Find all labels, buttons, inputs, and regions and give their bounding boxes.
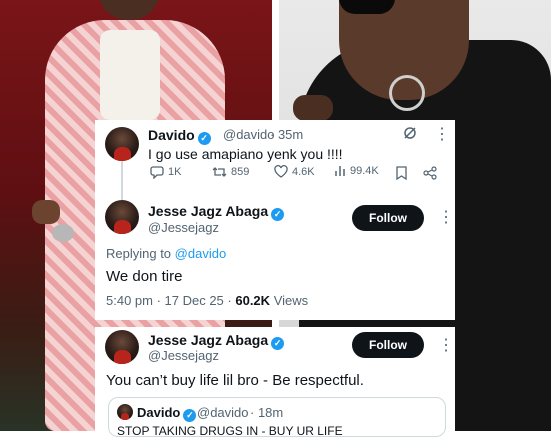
verified-badge-icon: ✓ [271,208,285,221]
shirt-shape [100,30,160,120]
views-chart-icon [335,166,345,176]
retweet-button[interactable]: 859 [212,165,249,179]
bookmark-icon[interactable] [396,166,407,184]
reply-button[interactable]: 1K [150,165,181,179]
author-name-text[interactable]: Jesse Jagz Abaga [148,332,268,348]
quoted-author-name-text[interactable]: Davido [137,405,180,420]
thread-connector [121,161,123,200]
hand-shape-right [293,95,333,121]
replying-to: Replying to @davido [106,246,226,261]
author-name-text[interactable]: Jesse Jagz Abaga [148,203,268,219]
like-button[interactable]: 4.6K [274,165,315,178]
views-button[interactable]: 99.4K [334,165,379,177]
avatar[interactable] [117,404,133,420]
microphone-shape [52,224,74,242]
reply-meta: 5:40 pm · 17 Dec 25 · 60.2K Views [106,293,308,308]
quoted-author-handle[interactable]: @davido [197,405,249,420]
verified-badge-icon: ✓ [197,132,211,145]
quoted-tweet-time[interactable]: · 18m [250,405,283,420]
replying-to-label: Replying to [106,246,172,261]
quoted-author-name[interactable]: Davido ✓ [137,405,197,422]
views-count: 99.4K [350,165,379,177]
replying-to-handle-link[interactable]: @davido [175,246,227,261]
reply-count: 1K [168,166,182,178]
tweet-text: I go use amapiano yenk you !!!! [148,146,343,162]
like-count: 4.6K [292,165,315,178]
author-handle[interactable]: @Jessejagz [148,220,219,235]
chain-shape [389,75,425,111]
quoted-tweet-text: STOP TAKING DRUGS IN - BUY UR LIFE [117,424,343,438]
more-options-icon[interactable]: ⋮ [438,338,454,354]
author-name[interactable]: Jesse Jagz Abaga ✓ [148,203,285,221]
author-handle[interactable]: @Jessejagz [148,348,219,363]
reply-icon [150,166,164,179]
tweet-time[interactable]: · 35m [270,127,303,142]
author-handle[interactable]: @davido [223,127,275,142]
more-options-icon[interactable]: ⋮ [434,127,450,143]
grok-icon[interactable] [403,126,417,144]
heart-icon [274,165,288,178]
avatar[interactable] [105,200,139,234]
avatar[interactable] [105,127,139,161]
verified-badge-icon: ✓ [183,409,197,422]
head-shape [98,0,160,20]
reply-text: We don tire [106,268,183,285]
retweet-count: 859 [231,166,250,178]
follow-button[interactable]: Follow [352,205,424,231]
author-name[interactable]: Davido ✓ [148,127,211,145]
more-options-icon[interactable]: ⋮ [438,210,454,226]
hand-shape [32,200,60,224]
reply-views-count: 60.2K [235,293,271,308]
retweet-icon [212,167,227,177]
reply-views-label: Views [273,293,309,308]
tweet-text: You can’t buy life lil bro - Be respectf… [106,372,364,389]
reply-timestamp[interactable]: 5:40 pm · 17 Dec 25 · [106,293,232,308]
follow-button[interactable]: Follow [352,332,424,358]
verified-badge-icon: ✓ [271,337,285,350]
author-name-text[interactable]: Davido [148,127,195,143]
share-icon[interactable] [423,166,437,184]
sunglasses-shape [339,0,395,14]
avatar[interactable] [105,330,139,364]
